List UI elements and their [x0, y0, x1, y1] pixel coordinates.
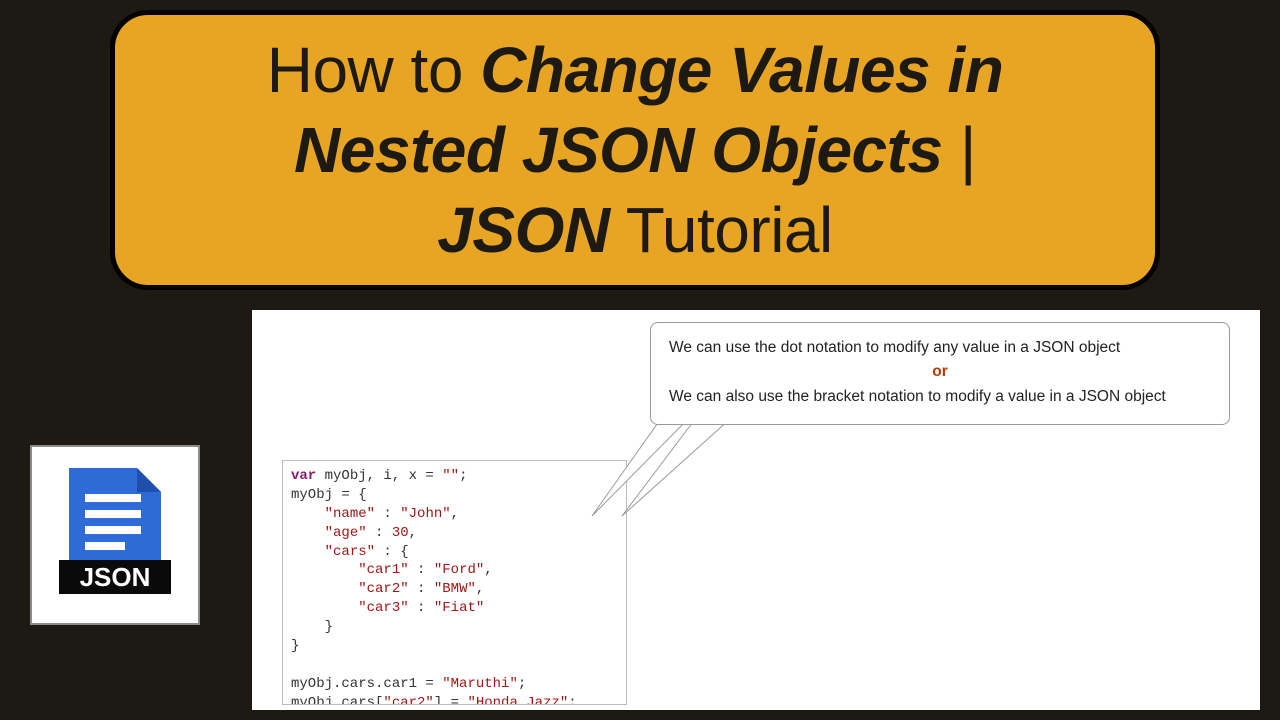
code-l12-a: myObj.cars[ — [291, 695, 383, 705]
code-l12-c: ] = — [434, 695, 468, 705]
code-l01-rest: myObj, i, x = — [316, 468, 442, 484]
code-l08-v: "Fiat" — [434, 600, 484, 616]
title-em2: Nested JSON Objects — [294, 114, 943, 186]
svg-text:JSON: JSON — [80, 562, 151, 592]
code-l12-e: ; — [568, 695, 576, 705]
callout-line2: We can also use the bracket notation to … — [669, 386, 1211, 408]
code-l11-c: ; — [518, 676, 526, 692]
code-l07-v: "BMW" — [434, 581, 476, 597]
code-block: var myObj, i, x = ""; myObj = { "name" :… — [282, 460, 627, 705]
title-em1: Change Values in — [480, 34, 1003, 106]
code-l08-k: "car3" — [358, 600, 408, 616]
code-l06-k: "car1" — [358, 562, 408, 578]
code-l12-b: "car2" — [383, 695, 433, 705]
code-l01-str: "" — [442, 468, 459, 484]
title-suffix: Tutorial — [610, 194, 833, 266]
code-l11-a: myObj.cars.car1 = — [291, 676, 442, 692]
code-l02: myObj = { — [291, 487, 367, 503]
code-kw-var: var — [291, 468, 316, 484]
code-l01-end: ; — [459, 468, 467, 484]
callout-or: or — [669, 361, 1211, 383]
title-sep: | — [943, 114, 976, 186]
code-l04-v: 30 — [392, 525, 409, 541]
code-l12-d: "Honda Jazz" — [467, 695, 568, 705]
title-em3: JSON — [437, 194, 609, 266]
code-l03-k: "name" — [325, 506, 375, 522]
code-l07-k: "car2" — [358, 581, 408, 597]
title-prefix: How to — [267, 34, 480, 106]
json-file-icon: JSON — [30, 445, 200, 625]
code-l05-k: "cars" — [325, 544, 375, 560]
slide-panel: We can use the dot notation to modify an… — [252, 310, 1260, 710]
callout-line1: We can use the dot notation to modify an… — [669, 337, 1211, 359]
code-l04-k: "age" — [325, 525, 367, 541]
code-l03-v: "John" — [400, 506, 450, 522]
callout-bubble: We can use the dot notation to modify an… — [650, 322, 1230, 425]
title-card: How to Change Values in Nested JSON Obje… — [110, 10, 1160, 290]
title-text: How to Change Values in Nested JSON Obje… — [267, 30, 1004, 270]
code-l11-b: "Maruthi" — [442, 676, 518, 692]
code-l06-v: "Ford" — [434, 562, 484, 578]
